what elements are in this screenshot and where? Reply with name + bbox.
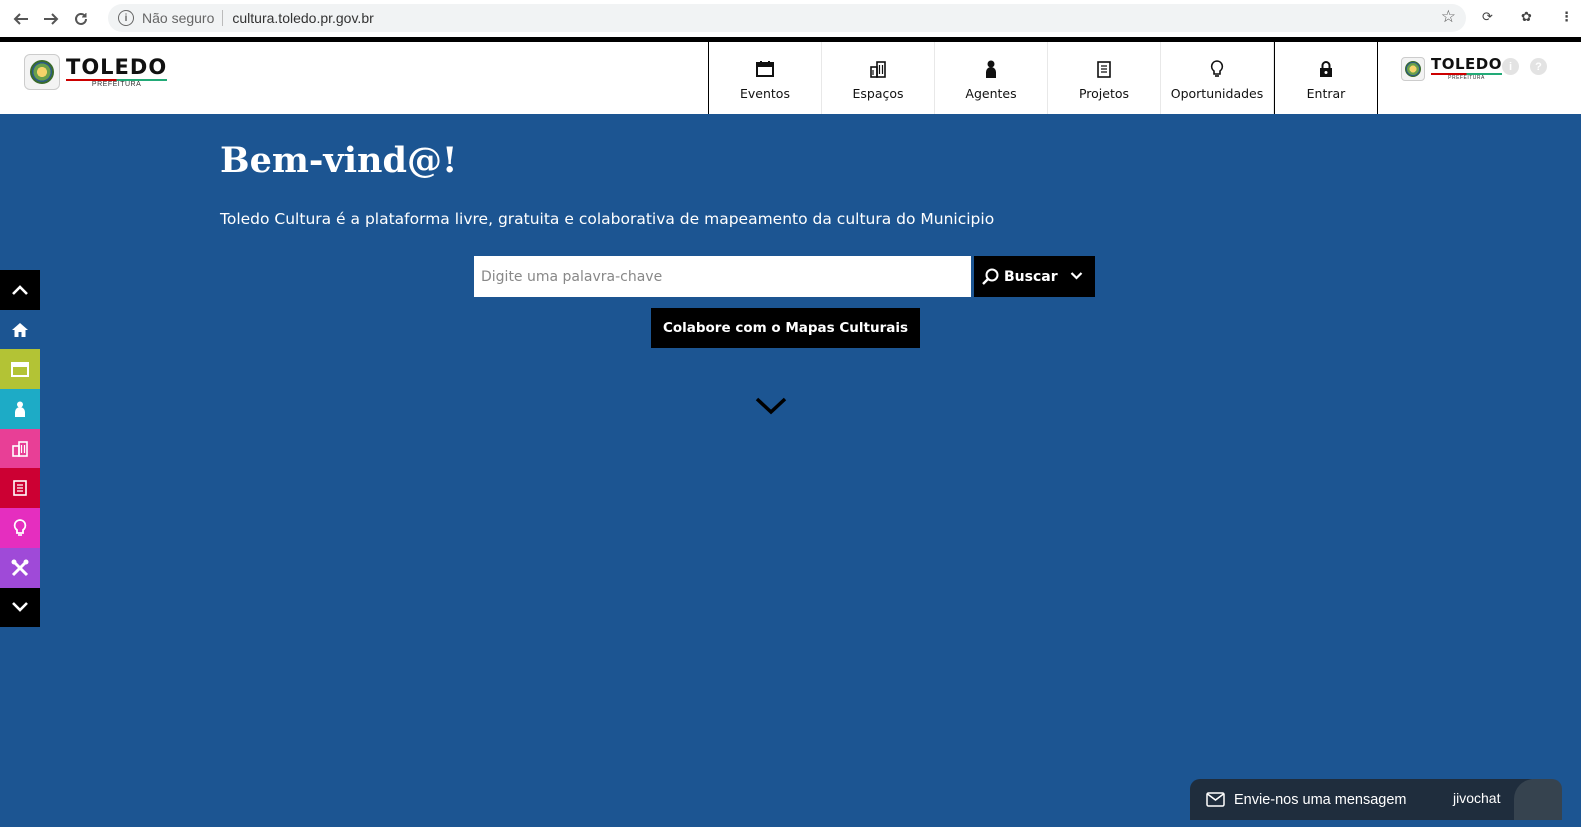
- chat-label: Envie-nos uma mensagem: [1234, 791, 1407, 808]
- browser-toolbar: i Não seguro cultura.toledo.pr.gov.br ☆ …: [0, 0, 1581, 37]
- secondary-logo[interactable]: TOLEDO PREFEITURA: [1401, 56, 1502, 81]
- search-input[interactable]: [474, 256, 971, 297]
- url-text: cultura.toledo.pr.gov.br: [232, 10, 374, 26]
- tools-icon: [11, 559, 29, 576]
- chevron-down-icon: [12, 602, 28, 613]
- chevron-down-icon[interactable]: [1070, 269, 1083, 282]
- home-icon: [12, 322, 28, 337]
- login-label: Entrar: [1306, 86, 1346, 101]
- logo-subtitle: PREFEITURA: [1448, 75, 1485, 81]
- forward-button[interactable]: [36, 4, 66, 34]
- building-icon: [12, 440, 28, 457]
- nav-label: Agentes: [965, 86, 1017, 101]
- side-events-button[interactable]: [0, 349, 40, 390]
- profile-avatar[interactable]: ✿: [1521, 9, 1532, 25]
- logo-subtitle: PREFEITURA: [91, 81, 142, 88]
- reload-icon: [75, 12, 87, 25]
- logo-title: TOLEDO: [66, 55, 168, 79]
- site-logo[interactable]: TOLEDO PREFEITURA: [24, 54, 168, 90]
- nav-item-oportunidades[interactable]: Oportunidades: [1161, 42, 1274, 114]
- scroll-up-button[interactable]: [0, 270, 40, 310]
- reload-button[interactable]: [66, 4, 96, 34]
- city-seal-icon: [24, 54, 60, 90]
- chevron-up-icon: [12, 285, 28, 295]
- document-icon: [1097, 59, 1111, 79]
- site-header: TOLEDO PREFEITURA Eventos Espaços Agente…: [0, 42, 1581, 114]
- scroll-down-button[interactable]: [0, 587, 40, 628]
- side-spaces-button[interactable]: [0, 428, 40, 469]
- side-opportunities-button[interactable]: [0, 508, 40, 548]
- info-icon[interactable]: i: [118, 10, 134, 26]
- person-icon: [985, 59, 997, 79]
- nav-item-espacos[interactable]: Espaços: [822, 42, 935, 114]
- login-button[interactable]: Entrar: [1274, 42, 1378, 114]
- calendar-icon: [11, 362, 29, 378]
- collaborate-button[interactable]: Colabore com o Mapas Culturais: [651, 308, 920, 348]
- chat-widget[interactable]: Envie-nos uma mensagem jivochat: [1190, 779, 1562, 820]
- bookmark-star-icon[interactable]: ☆: [1441, 7, 1456, 27]
- nav-label: Projetos: [1078, 86, 1130, 101]
- person-icon: [15, 401, 25, 417]
- main-nav: Eventos Espaços Agentes Projetos Oportun…: [708, 42, 1378, 114]
- nav-item-eventos[interactable]: Eventos: [709, 42, 822, 114]
- security-status: Não seguro: [142, 10, 215, 26]
- back-button[interactable]: [6, 4, 36, 34]
- scroll-down-chevron-icon[interactable]: [754, 395, 788, 417]
- document-icon: [13, 480, 27, 497]
- lock-icon: [1319, 59, 1333, 79]
- search-button-label: Buscar: [1004, 268, 1058, 285]
- divider: [222, 10, 224, 26]
- extension-icon[interactable]: ⟳: [1482, 9, 1493, 25]
- page-title: Bem-vind@!: [220, 140, 458, 181]
- arrow-left-icon: [13, 12, 28, 25]
- nav-label: Espaços: [852, 86, 904, 101]
- search-icon: [982, 268, 999, 285]
- calendar-icon: [756, 59, 774, 79]
- page-subtitle: Toledo Cultura é a plataforma livre, gra…: [220, 210, 995, 228]
- nav-label: Oportunidades: [1170, 86, 1264, 101]
- side-agents-button[interactable]: [0, 389, 40, 429]
- nav-item-agentes[interactable]: Agentes: [935, 42, 1048, 114]
- side-tools-button[interactable]: [0, 547, 40, 588]
- address-bar[interactable]: i Não seguro cultura.toledo.pr.gov.br ☆: [108, 4, 1466, 32]
- search-button[interactable]: Buscar: [974, 256, 1095, 297]
- nav-item-projetos[interactable]: Projetos: [1048, 42, 1161, 114]
- side-quick-nav: [0, 270, 40, 628]
- chat-brand: jivochat: [1453, 790, 1501, 806]
- nav-label: Eventos: [740, 86, 790, 101]
- info-icon[interactable]: i: [1502, 58, 1519, 75]
- city-seal-icon: [1401, 56, 1425, 81]
- lightbulb-icon: [13, 519, 27, 537]
- building-icon: [870, 59, 886, 79]
- arrow-right-icon: [44, 12, 59, 25]
- side-home-button[interactable]: [0, 309, 40, 350]
- side-projects-button[interactable]: [0, 468, 40, 509]
- menu-dots-icon[interactable]: ⋮: [1560, 9, 1573, 25]
- logo-title: TOLEDO: [1431, 55, 1502, 73]
- envelope-icon: [1206, 792, 1225, 807]
- help-icon[interactable]: ?: [1530, 58, 1547, 75]
- chat-corner-decoration: [1514, 779, 1562, 820]
- lightbulb-icon: [1210, 59, 1224, 79]
